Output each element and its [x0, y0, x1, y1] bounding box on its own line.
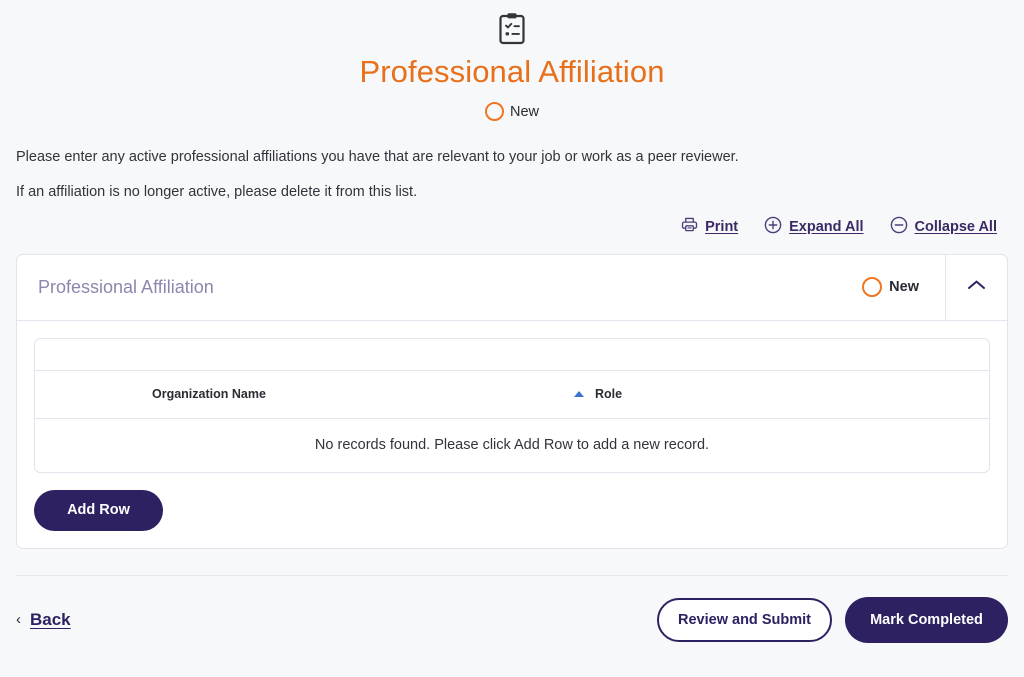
expand-all-button[interactable]: Expand All: [764, 216, 864, 238]
column-header-organization-name[interactable]: Organization Name: [35, 387, 574, 401]
section-toolbar: Print Expand All Collapse All: [0, 216, 1024, 238]
clipboard-checklist-icon: [0, 12, 1024, 46]
print-button[interactable]: Print: [681, 216, 738, 237]
instructions: Please enter any active professional aff…: [0, 149, 1024, 202]
table-header-row: Organization Name Role: [35, 371, 989, 419]
page-title: Professional Affiliation: [359, 54, 665, 89]
column-header-organization-name-label: Organization Name: [152, 387, 266, 402]
collapse-all-label: Collapse All: [914, 218, 997, 235]
footer-actions: Review and Submit Mark Completed: [657, 596, 1008, 643]
accordion-toggle-button[interactable]: [945, 254, 1007, 320]
status-circle-icon: [484, 102, 504, 121]
review-and-submit-button[interactable]: Review and Submit: [657, 597, 832, 642]
chevron-up-icon: [967, 278, 986, 296]
page-status-badge: New: [0, 102, 1024, 121]
section-status-badge: New: [862, 255, 945, 320]
plus-circle-icon: [764, 216, 782, 238]
column-header-role[interactable]: Role: [574, 387, 622, 401]
page-status-label: New: [509, 103, 539, 120]
back-label: Back: [30, 609, 71, 629]
minus-circle-icon: [890, 216, 908, 238]
column-header-role-label: Role: [595, 387, 623, 402]
mark-completed-button[interactable]: Mark Completed: [845, 596, 1008, 643]
page-header: Professional Affiliation New: [0, 0, 1024, 121]
print-label: Print: [705, 218, 739, 235]
affiliation-section-card: Professional Affiliation New Organizatio…: [16, 253, 1008, 549]
affiliation-table: Organization Name Role No records found.…: [34, 337, 990, 473]
instruction-line-2: If an affiliation is no longer active, p…: [16, 184, 418, 201]
accordion-title: Professional Affiliation: [38, 276, 214, 297]
chevron-left-icon: ‹: [16, 611, 21, 629]
sort-ascending-icon: [574, 391, 584, 398]
accordion-body: Organization Name Role No records found.…: [17, 321, 1007, 548]
add-row-button[interactable]: Add Row: [34, 489, 163, 531]
printer-icon: [681, 216, 698, 237]
expand-all-label: Expand All: [789, 218, 864, 235]
instruction-line-1: Please enter any active professional aff…: [16, 149, 739, 165]
footer: ‹ Back Review and Submit Mark Completed: [0, 576, 1024, 643]
back-button[interactable]: ‹ Back: [16, 610, 71, 630]
collapse-all-button[interactable]: Collapse All: [890, 216, 997, 238]
status-circle-icon: [862, 277, 883, 298]
table-empty-state: No records found. Please click Add Row t…: [314, 437, 710, 454]
table-toolbar: [35, 339, 989, 371]
accordion-header[interactable]: Professional Affiliation New: [17, 254, 1007, 321]
section-status-label: New: [889, 279, 919, 296]
